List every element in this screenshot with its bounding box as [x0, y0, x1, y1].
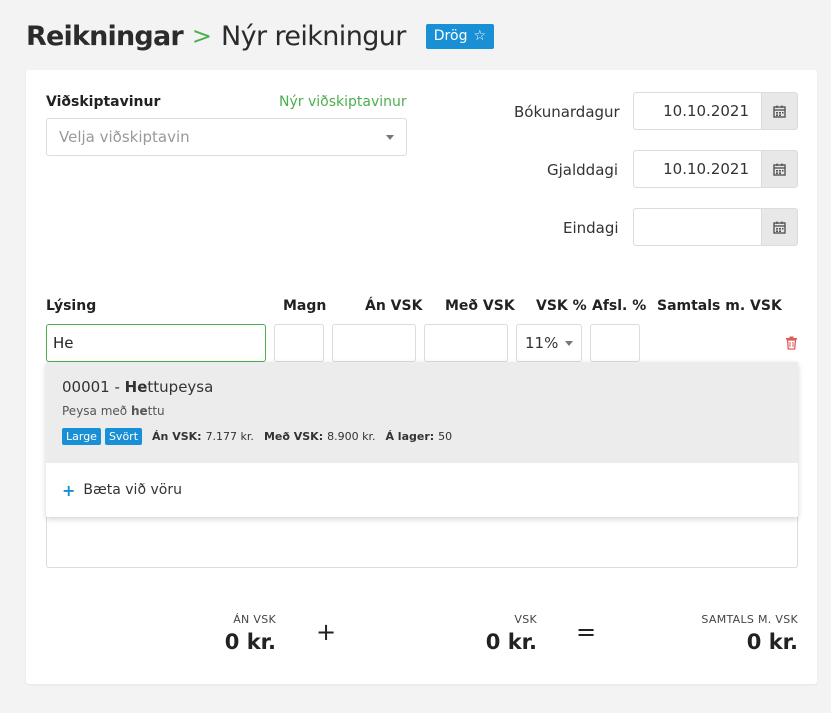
new-customer-link[interactable]: Nýr viðskiptavinur — [279, 94, 407, 110]
vat-select[interactable]: 11% — [516, 324, 582, 362]
booking-date-input[interactable]: 10.10.2021 — [633, 92, 761, 130]
add-product-button[interactable]: + Bæta við vöru — [46, 463, 798, 517]
quantity-input[interactable] — [274, 324, 324, 362]
customer-label: Viðskiptavinur — [46, 94, 161, 110]
customer-select-placeholder: Velja viðskiptavin — [59, 128, 190, 146]
booking-date-picker: 10.10.2021 — [633, 92, 798, 130]
suggestion-meta: Large Svört Án VSK: 7.177 kr. Með VSK: 8… — [62, 428, 782, 445]
final-date-label: Eindagi — [563, 219, 619, 237]
suggestion-dash: - — [109, 378, 125, 396]
total-excl-vat: ÁN VSK 0 kr. — [176, 613, 276, 654]
trash-icon[interactable] — [785, 335, 798, 354]
excl-vat-meta-label: Án VSK: — [152, 430, 202, 443]
invoice-card: Viðskiptavinur Nýr viðskiptavinur Velja … — [26, 70, 817, 684]
total-vat-value: 0 kr. — [485, 630, 537, 654]
page-header: Reikningar > Nýr reikningur Drög ☆ — [26, 18, 495, 54]
booking-date-label: Bókunardagur — [514, 103, 620, 121]
due-date-label: Gjalddagi — [547, 161, 619, 179]
invoice-lines-area — [46, 516, 798, 568]
equals-sign: = — [576, 618, 597, 646]
total-vat-label: VSK — [514, 613, 537, 626]
product-suggestion-item[interactable]: 00001 - Hettupeysa Peysa með hettu Large… — [46, 362, 798, 463]
total-excl-vat-value: 0 kr. — [224, 630, 276, 654]
total-incl-vat-label: SAMTALS M. VSK — [701, 613, 798, 626]
stock-meta-value: 50 — [438, 430, 453, 443]
col-header-discount: Afsl. % — [592, 298, 647, 314]
col-header-total: Samtals m. VSK — [657, 298, 782, 314]
suggestion-name-match: He — [124, 378, 148, 396]
tag-size: Large — [62, 428, 101, 445]
col-header-incl-vat: Með VSK — [445, 298, 515, 314]
status-badge: Drög ☆ — [425, 23, 495, 49]
product-suggestion-dropdown: 00001 - Hettupeysa Peysa með hettu Large… — [46, 362, 798, 517]
breadcrumb-separator: > — [191, 22, 212, 50]
tag-color: Svört — [104, 428, 143, 445]
total-excl-vat-label: ÁN VSK — [233, 613, 276, 626]
incl-vat-meta-value: 8.900 kr. — [327, 430, 376, 443]
col-header-description: Lýsing — [46, 298, 97, 314]
suggestion-desc-match: he — [130, 404, 148, 418]
chevron-down-icon — [386, 134, 394, 140]
plus-sign: + — [316, 618, 337, 646]
total-vat: VSK 0 kr. — [437, 613, 537, 654]
suggestion-desc-pre: Peysa með — [62, 404, 131, 418]
stock-meta-label: Á lager: — [385, 430, 435, 443]
plus-icon: + — [62, 480, 76, 500]
calendar-icon[interactable] — [761, 92, 798, 130]
col-header-quantity: Magn — [283, 298, 327, 314]
page-title: Nýr reikningur — [220, 20, 406, 52]
total-incl-vat: SAMTALS M. VSK 0 kr. — [648, 613, 798, 654]
excl-vat-meta-value: 7.177 kr. — [205, 430, 254, 443]
chevron-down-icon — [565, 340, 573, 346]
star-icon: ☆ — [473, 28, 487, 44]
excl-vat-input[interactable] — [332, 324, 416, 362]
suggestion-code: 00001 — [62, 378, 110, 396]
due-date-input[interactable]: 10.10.2021 — [633, 150, 761, 188]
discount-input[interactable] — [590, 324, 640, 362]
total-incl-vat-value: 0 kr. — [746, 630, 798, 654]
calendar-icon[interactable] — [761, 208, 798, 246]
status-badge-label: Drög — [433, 28, 468, 44]
col-header-vat-pct: VSK % — [536, 298, 587, 314]
suggestion-desc-rest: ttu — [147, 404, 165, 418]
incl-vat-meta-label: Með VSK: — [263, 430, 324, 443]
vat-select-value: 11% — [525, 334, 559, 352]
due-date-picker: 10.10.2021 — [633, 150, 798, 188]
final-date-picker — [633, 208, 798, 246]
col-header-excl-vat: Án VSK — [365, 298, 423, 314]
description-input[interactable]: He — [46, 324, 266, 362]
add-product-label: Bæta við vöru — [83, 482, 182, 498]
calendar-icon[interactable] — [761, 150, 798, 188]
suggestion-name-rest: ttupeysa — [147, 378, 214, 396]
customer-select[interactable]: Velja viðskiptavin — [46, 118, 407, 156]
suggestion-title: 00001 - Hettupeysa — [62, 378, 782, 396]
breadcrumb-invoices[interactable]: Reikningar — [26, 21, 184, 52]
incl-vat-input[interactable] — [424, 324, 508, 362]
suggestion-description: Peysa með hettu — [62, 404, 782, 418]
final-date-input[interactable] — [633, 208, 761, 246]
